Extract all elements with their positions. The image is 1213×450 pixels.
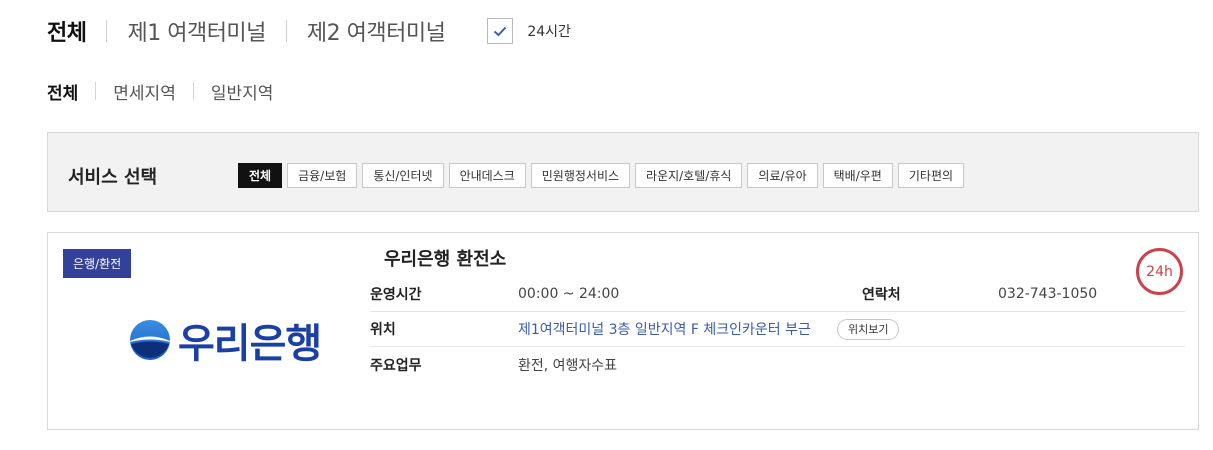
facility-info-table: 운영시간 00:00 ~ 24:00 연락처 032-743-1050 위치 제… (370, 277, 1185, 382)
tab-divider (106, 20, 108, 42)
view-location-button[interactable]: 위치보기 (837, 318, 900, 340)
tab-terminal-2[interactable]: 제2 여객터미널 (307, 15, 446, 47)
contact-value: 032-743-1050 (998, 286, 1098, 302)
service-chip-lounge[interactable]: 라운지/호텔/휴식 (635, 163, 743, 188)
woori-bank-logo-icon (130, 320, 170, 360)
tab-zone-all[interactable]: 전체 (47, 79, 78, 104)
service-chip-other[interactable]: 기타편의 (897, 163, 965, 188)
tab-zone-general[interactable]: 일반지역 (211, 79, 274, 104)
open-24h-filter[interactable]: 24시간 (487, 18, 571, 44)
location-value: 제1여객터미널 3층 일반지역 F 체크인카운터 부근 (518, 322, 811, 338)
service-chip-info-desk[interactable]: 안내데스크 (448, 163, 526, 188)
hours-label: 운영시간 (370, 287, 422, 303)
service-chip-civil[interactable]: 민원행정서비스 (530, 163, 631, 188)
zone-tabs: 전체 면세지역 일반지역 (47, 78, 273, 104)
tab-terminal-1[interactable]: 제1 여객터미널 (127, 15, 266, 47)
tab-divider (192, 82, 194, 100)
services-label: 주요업무 (370, 357, 422, 374)
services-value: 환전, 여행자수표 (518, 357, 618, 374)
tab-zone-duty-free[interactable]: 면세지역 (113, 79, 176, 104)
service-chip-finance[interactable]: 금융/보험 (287, 163, 358, 188)
service-filter-title: 서비스 선택 (68, 167, 158, 188)
service-filter-panel: 서비스 선택 전체 금융/보험 통신/인터넷 안내데스크 민원행정서비스 라운지… (47, 132, 1199, 212)
info-row-services: 주요업무 환전, 여행자수표 (370, 347, 1185, 382)
service-chip-list: 전체 금융/보험 통신/인터넷 안내데스크 민원행정서비스 라운지/호텔/휴식 … (238, 163, 969, 188)
service-chip-all[interactable]: 전체 (238, 163, 283, 188)
tab-divider (95, 82, 97, 100)
location-label: 위치 (370, 322, 396, 338)
tab-terminal-all[interactable]: 전체 (47, 15, 87, 47)
category-badge: 은행/환전 (63, 249, 132, 278)
facility-name: 우리은행 환전소 (384, 249, 507, 270)
service-chip-telecom[interactable]: 통신/인터넷 (362, 163, 444, 188)
info-row-location: 위치 제1여객터미널 3층 일반지역 F 체크인카운터 부근 위치보기 (370, 312, 1185, 347)
service-chip-medical[interactable]: 의료/유아 (747, 163, 818, 188)
bank-logo-text: 우리은행 (178, 321, 322, 367)
contact-label: 연락처 (862, 287, 901, 303)
service-chip-delivery[interactable]: 택배/우편 (822, 163, 893, 188)
bank-logo: 우리은행 (128, 311, 322, 369)
open-24h-checkbox[interactable] (487, 18, 514, 44)
facility-card: 은행/환전 우리은행 우리은행 환전소 24h 운영시간 00:00 ~ 24:… (47, 232, 1199, 430)
info-row-hours: 운영시간 00:00 ~ 24:00 연락처 032-743-1050 (370, 277, 1185, 312)
hours-value: 00:00 ~ 24:00 (518, 286, 620, 302)
checkmark-icon (494, 26, 507, 36)
tab-divider (285, 20, 287, 42)
terminal-tabs: 전체 제1 여객터미널 제2 여객터미널 24시간 (47, 14, 571, 48)
open-24h-label: 24시간 (527, 24, 571, 40)
